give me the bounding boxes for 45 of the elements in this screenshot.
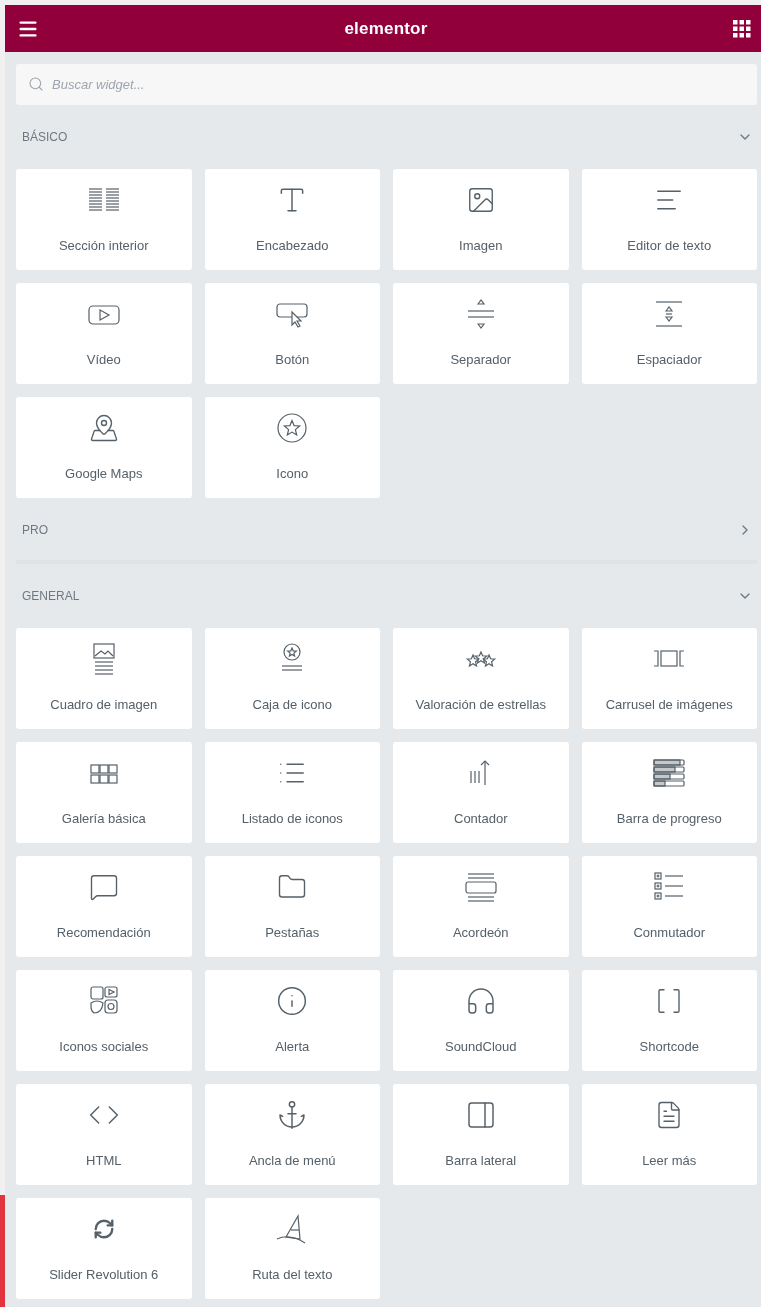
- widget-card[interactable]: SoundCloud: [393, 970, 569, 1071]
- widget-card[interactable]: Encabezado: [204, 169, 380, 270]
- widget-card[interactable]: Barra lateral: [393, 1084, 569, 1185]
- widget-card[interactable]: Carrusel de imágenes: [581, 628, 757, 729]
- widget-card[interactable]: Slider Revolution 6: [16, 1198, 192, 1299]
- widget-card[interactable]: Ruta del texto: [204, 1198, 380, 1299]
- logo: elementor: [344, 18, 428, 39]
- speech-bubble-icon: [88, 872, 119, 902]
- widget-card[interactable]: Separador: [393, 283, 569, 384]
- widget-card[interactable]: Espaciador: [581, 283, 757, 384]
- widget-card[interactable]: Valoración de estrellas: [393, 628, 569, 729]
- search-icon: [28, 76, 44, 92]
- refresh-icon: [92, 1218, 115, 1240]
- section-header[interactable]: PRO: [16, 504, 757, 556]
- widget-card[interactable]: Sección interior: [16, 169, 192, 270]
- widget-card[interactable]: Iconos sociales: [16, 970, 192, 1071]
- accordion-icon: [462, 871, 499, 903]
- widget-card[interactable]: Conmutador: [581, 856, 757, 957]
- widget-card[interactable]: Pestañas: [204, 856, 380, 957]
- widget-card[interactable]: Caja de icono: [204, 628, 380, 729]
- widget-card[interactable]: Barra de progreso: [581, 742, 757, 843]
- widget-card[interactable]: Ancla de menú: [204, 1084, 380, 1185]
- apps-grid-button[interactable]: [733, 19, 751, 38]
- widget-card[interactable]: Imagen: [393, 169, 569, 270]
- section-header[interactable]: BÁSICO: [16, 111, 757, 163]
- widget-card[interactable]: Alerta: [204, 970, 380, 1071]
- widget-card[interactable]: HTML: [16, 1084, 192, 1185]
- widget-card[interactable]: Vídeo: [16, 283, 192, 384]
- progress-bars-icon: [651, 757, 688, 789]
- widget-card[interactable]: Contador: [393, 742, 569, 843]
- widget-card[interactable]: Galería básica: [16, 742, 192, 843]
- widget-card[interactable]: Botón: [204, 283, 380, 384]
- search-field[interactable]: Buscar widget...: [16, 64, 757, 105]
- widget-card[interactable]: Editor de texto: [581, 169, 757, 270]
- widget-card[interactable]: Listado de iconos: [204, 742, 380, 843]
- info-icon: [276, 985, 309, 1017]
- widget-card[interactable]: Google Maps: [16, 397, 192, 498]
- widget-card[interactable]: Acordeón: [393, 856, 569, 957]
- widget-card[interactable]: Leer más: [581, 1084, 757, 1185]
- map-pin-icon: [88, 413, 119, 443]
- widget-card[interactable]: Recomendación: [16, 856, 192, 957]
- widget-card[interactable]: Cuadro de imagen: [16, 628, 192, 729]
- section-header[interactable]: GENERAL: [16, 570, 757, 622]
- widget-card[interactable]: Icono: [204, 397, 380, 498]
- widget-card[interactable]: Shortcode: [581, 970, 757, 1071]
